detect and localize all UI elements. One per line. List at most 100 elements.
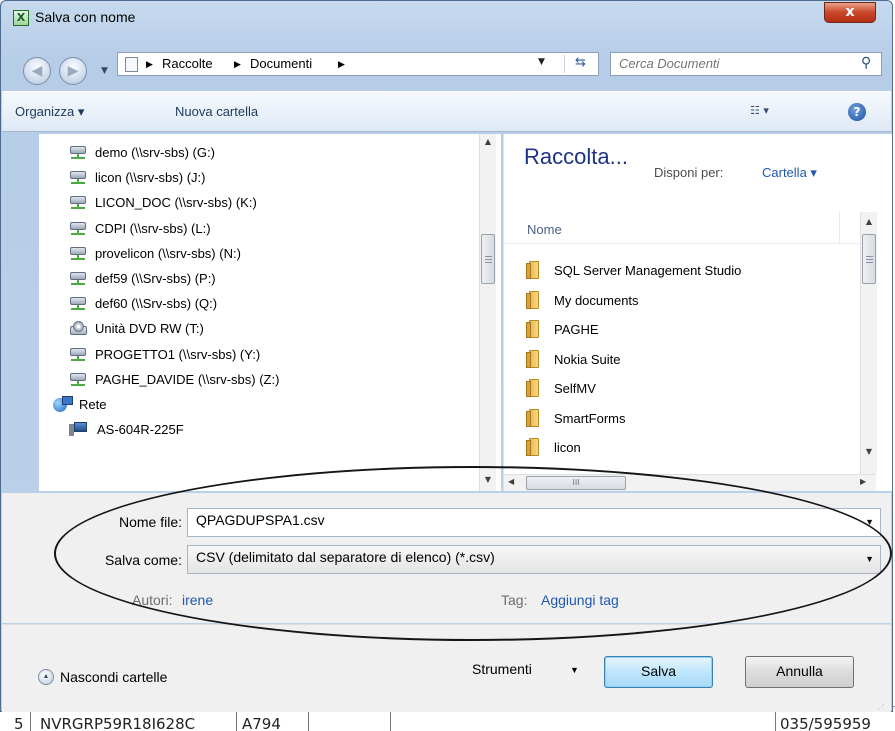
dvd-drive-icon [69, 320, 89, 336]
tree-item-drive-l[interactable]: CDPI (\\srv-sbs) (L:) [69, 216, 211, 240]
scroll-down-icon[interactable]: ▼ [861, 444, 877, 460]
sheet-cell: NVRGRP59R18I628C [40, 715, 196, 731]
save-as-type-label: Salva come: [104, 552, 182, 568]
network-drive-icon [69, 296, 89, 310]
hide-folders-button[interactable]: ▲ Nascondi cartelle [38, 669, 167, 685]
breadcrumb-raccolte[interactable]: Raccolte [162, 56, 213, 71]
excel-icon: X [13, 10, 29, 26]
list-item[interactable]: SelfMV [526, 376, 596, 400]
network-drive-icon [69, 145, 89, 159]
network-drive-icon [69, 195, 89, 209]
navigation-pane-scrollbar[interactable]: ▲ ▼ [479, 134, 496, 491]
tree-item-computer[interactable]: AS-604R-225F [69, 417, 184, 441]
tree-item-label: def60 (\\Srv-sbs) (Q:) [95, 295, 218, 311]
chevron-right-icon[interactable]: ▶ [234, 59, 241, 70]
arrange-by-label: Disponi per: [654, 165, 724, 180]
view-options-icon[interactable]: ☷ ▾ [750, 104, 769, 117]
tools-label: Strumenti [472, 661, 532, 677]
column-header-name[interactable]: Nome [504, 212, 859, 244]
list-item[interactable]: SQL Server Management Studio [526, 258, 741, 282]
filename-field[interactable]: QPAGDUPSPA1.csv ▼ [187, 508, 881, 537]
arrange-by-dropdown[interactable]: Cartella ▾ [762, 165, 817, 181]
chevron-right-icon[interactable]: ▶ [338, 59, 345, 70]
sheet-cell: 035/595959 [780, 715, 871, 731]
recent-locations-dropdown[interactable]: ▼ [101, 63, 115, 79]
folder-icon [526, 438, 542, 456]
resize-grip-icon[interactable]: ⋰ [878, 703, 888, 711]
network-drive-icon [69, 347, 89, 361]
dialog-footer: ▲ Nascondi cartelle Strumenti ▼ Salva An… [2, 624, 891, 712]
scrollbar-thumb[interactable] [862, 234, 876, 284]
scroll-left-icon[interactable]: ◀ [508, 477, 514, 486]
scrollbar-thumb[interactable]: III [526, 476, 626, 490]
file-list-scrollbar[interactable]: ▲ ▼ [860, 212, 877, 474]
address-dropdown-icon[interactable]: ▼ [538, 57, 545, 67]
list-item[interactable]: Nokia Suite [526, 347, 620, 371]
tree-item-drive-j[interactable]: licon (\\srv-sbs) (J:) [69, 165, 206, 189]
list-item[interactable]: SmartForms [526, 406, 626, 430]
chevron-down-icon[interactable]: ▼ [865, 554, 874, 564]
folder-icon [526, 409, 542, 427]
forward-button[interactable]: ▶ [59, 57, 87, 85]
documents-icon [125, 57, 138, 72]
folder-icon [526, 350, 542, 368]
close-button[interactable]: x [824, 2, 876, 23]
tree-item-dvd-t[interactable]: Unità DVD RW (T:) [69, 316, 204, 340]
folder-icon [526, 261, 542, 279]
new-folder-button[interactable]: Nuova cartella [175, 104, 258, 119]
chevron-right-icon[interactable]: ▶ [146, 59, 153, 70]
tree-item-drive-y[interactable]: PROGETTO1 (\\srv-sbs) (Y:) [69, 342, 260, 366]
help-icon[interactable]: ? [848, 103, 866, 121]
chevron-down-icon: ▼ [570, 665, 579, 675]
tree-item-label: licon (\\srv-sbs) (J:) [95, 169, 206, 185]
folder-name: SelfMV [554, 380, 596, 396]
list-item[interactable]: PAGHE [526, 317, 599, 341]
chevron-up-icon: ▲ [38, 669, 54, 685]
hide-folders-label: Nascondi cartelle [60, 669, 168, 685]
tree-item-drive-p[interactable]: def59 (\\Srv-sbs) (P:) [69, 266, 216, 290]
navigation-bar: ◀ ▶ ▼ ▶ Raccolte ▶ Documenti ▶ ▼ ⇆ ⚲ [1, 37, 892, 87]
cancel-button[interactable]: Annulla [745, 656, 854, 688]
tree-item-drive-z[interactable]: PAGHE_DAVIDE (\\srv-sbs) (Z:) [69, 367, 279, 391]
chevron-down-icon[interactable]: ▼ [865, 517, 874, 527]
scroll-up-icon[interactable]: ▲ [861, 214, 877, 230]
sheet-cell: 5 [14, 715, 24, 731]
tree-item-network[interactable]: Rete [53, 392, 106, 416]
filename-value: QPAGDUPSPA1.csv [196, 512, 325, 528]
folder-name: SmartForms [554, 410, 626, 426]
back-button[interactable]: ◀ [23, 57, 51, 85]
save-form: Nome file: QPAGDUPSPA1.csv ▼ Salva come:… [2, 493, 891, 623]
tags-value[interactable]: Aggiungi tag [541, 592, 619, 608]
scroll-down-icon[interactable]: ▼ [480, 472, 496, 488]
organize-button[interactable]: Organizza ▾ [15, 104, 84, 120]
tree-item-drive-g[interactable]: demo (\\srv-sbs) (G:) [69, 140, 215, 164]
sheet-cell: A794 [242, 715, 281, 731]
title-bar[interactable]: X Salva con nome x [1, 1, 892, 35]
tree-item-drive-k[interactable]: LICON_DOC (\\srv-sbs) (K:) [69, 190, 257, 214]
search-box[interactable]: ⚲ [610, 52, 882, 76]
search-input[interactable] [619, 56, 849, 71]
tools-dropdown[interactable]: Strumenti ▼ [472, 661, 579, 677]
breadcrumb-documenti[interactable]: Documenti [250, 56, 312, 71]
tree-item-drive-q[interactable]: def60 (\\Srv-sbs) (Q:) [69, 291, 217, 315]
folder-name: SQL Server Management Studio [554, 262, 742, 278]
network-drive-icon [69, 221, 89, 235]
network-drive-icon [69, 170, 89, 184]
scrollbar-thumb[interactable] [481, 234, 495, 284]
save-button[interactable]: Salva [604, 656, 713, 688]
search-icon[interactable]: ⚲ [861, 55, 871, 71]
tree-item-drive-n[interactable]: provelicon (\\srv-sbs) (N:) [69, 241, 241, 265]
folder-name: PAGHE [554, 321, 599, 337]
list-item[interactable]: licon [526, 435, 581, 459]
tree-item-label: PAGHE_DAVIDE (\\srv-sbs) (Z:) [95, 371, 280, 387]
column-header-label: Nome [527, 222, 562, 237]
refresh-icon[interactable]: ⇆ [564, 55, 596, 73]
authors-value[interactable]: irene [182, 592, 213, 608]
folder-name: My documents [554, 292, 639, 308]
scroll-up-icon[interactable]: ▲ [480, 134, 496, 150]
address-bar[interactable]: ▶ Raccolte ▶ Documenti ▶ ▼ ⇆ [117, 52, 599, 76]
file-list-horizontal-scrollbar[interactable]: ◀ III ▶ [504, 474, 876, 491]
list-item[interactable]: My documents [526, 288, 639, 312]
save-as-type-select[interactable]: CSV (delimitato dal separatore di elenco… [187, 545, 881, 574]
scroll-right-icon[interactable]: ▶ [860, 477, 866, 486]
